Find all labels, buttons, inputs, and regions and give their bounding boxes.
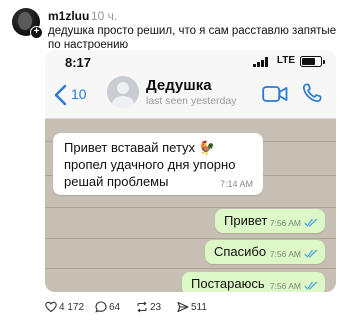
signal-icon	[253, 57, 269, 67]
status-time: 8:17	[65, 55, 92, 70]
repost-button[interactable]: 23	[136, 300, 170, 316]
back-chevron-icon[interactable]	[53, 84, 69, 106]
avatar-image	[18, 12, 32, 30]
last-seen-status: last seen yesterday	[146, 95, 237, 107]
status-indicators: LTE	[242, 55, 325, 67]
message-text: Постараюсь	[191, 276, 265, 291]
message-text: Спасибо	[214, 244, 267, 259]
post-actions: 4 172 64 23 511	[45, 300, 345, 316]
message-time: 7:56 AM	[269, 218, 301, 228]
double-check-icon	[304, 218, 318, 227]
double-check-icon	[304, 249, 318, 258]
phone-call-icon[interactable]	[302, 83, 322, 103]
message-time: 7:14 AM	[219, 179, 253, 189]
share-button[interactable]: 511	[177, 300, 217, 316]
battery-icon	[300, 56, 325, 67]
comment-button[interactable]: 64	[95, 300, 129, 316]
comment-count: 64	[109, 302, 121, 313]
message-time: 7:56 AM	[269, 249, 301, 259]
outgoing-message[interactable]: Постараюсь 7:56 AM	[182, 272, 325, 292]
heart-icon	[45, 301, 57, 313]
outgoing-message[interactable]: Спасибо 7:56 AM	[205, 240, 325, 264]
share-count: 511	[191, 302, 207, 313]
comment-icon	[95, 301, 107, 313]
username[interactable]: m1zluu	[48, 9, 89, 23]
message-time: 7:56 AM	[269, 281, 301, 291]
chat-screenshot[interactable]: 8:17 LTE 10 Дедушка last seen yesterday	[45, 50, 336, 292]
status-bar: 8:17 LTE	[45, 50, 336, 72]
back-unread-count[interactable]: 10	[71, 86, 87, 102]
network-label: LTE	[276, 55, 295, 66]
chat-header: 10 Дедушка last seen yesterday	[45, 72, 336, 119]
contact-name[interactable]: Дедушка	[146, 77, 212, 94]
post-header: + m1zluu 10 ч. дедушка просто решил, что…	[12, 8, 352, 54]
chat-messages[interactable]: Привет вставай петух 🐓 пропел удачного д…	[45, 119, 336, 292]
incoming-message[interactable]: Привет вставай петух 🐓 пропел удачного д…	[53, 133, 263, 195]
post-time: 10 ч.	[91, 9, 118, 23]
message-text: Привет	[224, 213, 268, 228]
outgoing-message[interactable]: Привет 7:56 AM	[215, 209, 325, 233]
repost-icon	[137, 301, 147, 313]
repost-count: 23	[150, 302, 162, 313]
plus-badge-icon[interactable]: +	[30, 26, 43, 39]
like-button[interactable]: 4 172	[45, 300, 85, 316]
contact-avatar[interactable]	[107, 76, 139, 108]
double-check-icon	[304, 281, 318, 290]
send-icon	[177, 301, 189, 313]
video-call-icon[interactable]	[262, 85, 288, 103]
post-text: дедушка просто решил, что я сам расставл…	[48, 25, 337, 51]
like-count: 4 172	[59, 302, 85, 313]
